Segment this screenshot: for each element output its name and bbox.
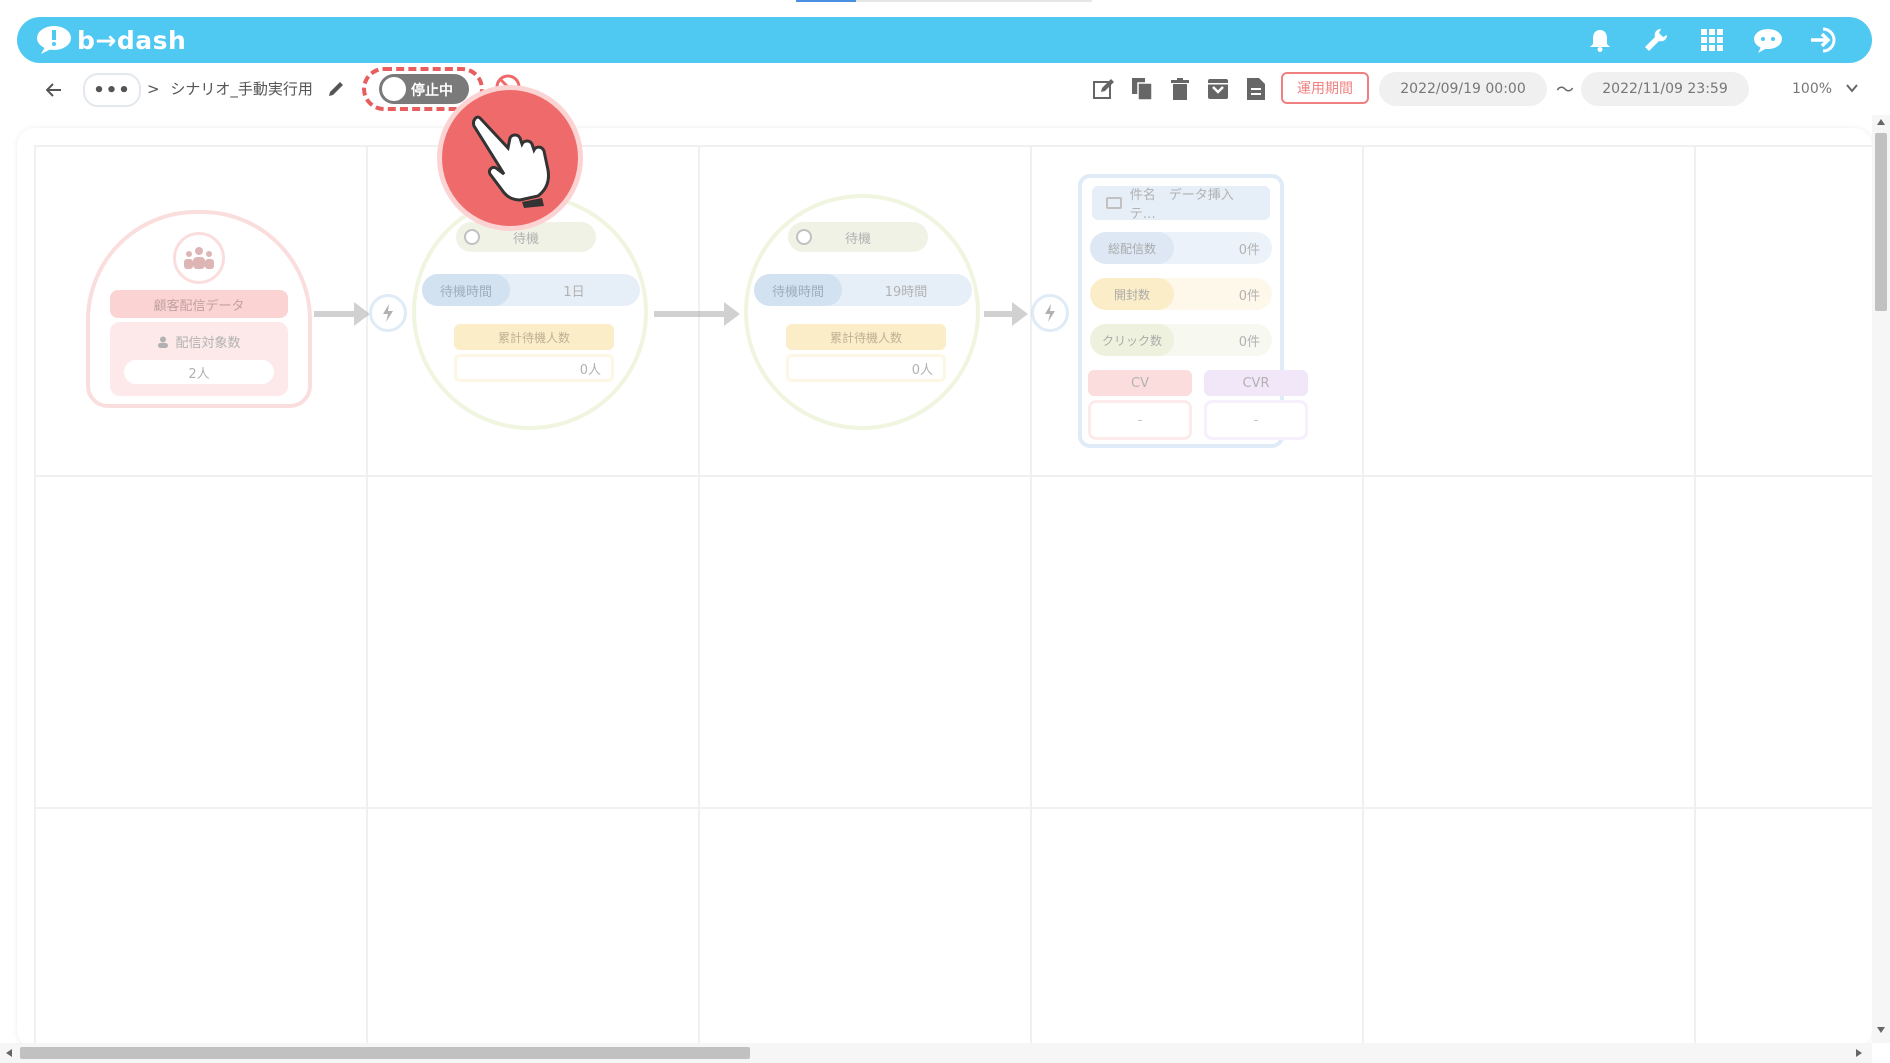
scroll-up-icon[interactable] xyxy=(1877,119,1885,125)
clock-icon xyxy=(464,229,480,245)
wait-title-text: 待機 xyxy=(844,231,871,247)
scenario-flow: 顧客配信データ 配信対象数 2人 待機 待機時間 1日 累計待機人数 0人 待機… xyxy=(0,0,1890,1063)
mail-stat-row: 開封数 0件 xyxy=(1090,278,1272,310)
horizontal-scroll-thumb[interactable] xyxy=(20,1047,750,1059)
pointing-hand-icon xyxy=(437,85,583,231)
person-icon xyxy=(158,336,169,348)
mail-subject-text: 件名 データ挿入 テ… xyxy=(1129,188,1247,222)
trigger-bolt-icon[interactable] xyxy=(369,294,407,332)
segment-count: 2人 xyxy=(124,360,274,384)
horizontal-scrollbar[interactable] xyxy=(0,1043,1872,1063)
cv-label: CV xyxy=(1088,370,1192,396)
cumulative-value: 0人 xyxy=(786,354,946,382)
wait-time-label: 待機時間 xyxy=(754,274,842,306)
segment-node[interactable]: 顧客配信データ 配信対象数 2人 xyxy=(86,210,312,408)
wait-time-value: 1日 xyxy=(563,284,585,300)
wait-time-row: 待機時間 19時間 xyxy=(754,274,972,306)
clock-icon xyxy=(796,229,812,245)
mail-subject: 件名 データ挿入 テ… xyxy=(1092,186,1270,222)
wait-node-1[interactable]: 待機 待機時間 1日 累計待機人数 0人 xyxy=(412,194,648,430)
wait-time-value: 19時間 xyxy=(884,284,928,300)
segment-label-text: 配信対象数 xyxy=(175,336,241,351)
mail-node[interactable]: 件名 データ挿入 テ… 総配信数 0件 開封数 0件 クリック数 0件 CV C… xyxy=(1078,174,1308,448)
mail-stat-label: 総配信数 xyxy=(1090,232,1174,264)
segment-stats: 配信対象数 2人 xyxy=(110,322,288,396)
mail-stat-value: 0件 xyxy=(1238,242,1260,258)
envelope-icon xyxy=(1106,197,1122,209)
mail-stat-label: 開封数 xyxy=(1090,278,1174,310)
mail-stat-row: クリック数 0件 xyxy=(1090,324,1272,356)
flow-arrow xyxy=(984,302,1028,326)
cvr-value: - xyxy=(1204,400,1308,440)
wait-time-label: 待機時間 xyxy=(422,274,510,306)
wait-node-2[interactable]: 待機 待機時間 19時間 累計待機人数 0人 xyxy=(744,194,980,430)
segment-label: 配信対象数 xyxy=(110,332,288,351)
scroll-left-icon[interactable] xyxy=(6,1049,12,1057)
wait-time-row: 待機時間 1日 xyxy=(422,274,640,306)
cv-value: - xyxy=(1088,400,1192,440)
flow-arrow xyxy=(654,302,740,326)
cumulative-label: 累計待機人数 xyxy=(454,324,614,350)
mail-stat-value: 0件 xyxy=(1238,334,1260,350)
segment-title: 顧客配信データ xyxy=(110,290,288,318)
vertical-scrollbar[interactable] xyxy=(1872,115,1890,1043)
mail-stat-label: クリック数 xyxy=(1090,324,1174,356)
cvr-label: CVR xyxy=(1204,370,1308,396)
scroll-right-icon[interactable] xyxy=(1856,1049,1862,1057)
wait-title: 待機 xyxy=(788,222,928,252)
vertical-scroll-thumb[interactable] xyxy=(1875,133,1887,311)
trigger-bolt-icon[interactable] xyxy=(1031,294,1069,332)
mail-stat-row: 総配信数 0件 xyxy=(1090,232,1272,264)
mail-stat-value: 0件 xyxy=(1238,288,1260,304)
flow-arrow xyxy=(314,302,370,326)
cumulative-label: 累計待機人数 xyxy=(786,324,946,350)
scroll-down-icon[interactable] xyxy=(1877,1027,1885,1033)
people-icon xyxy=(173,232,225,284)
cumulative-value: 0人 xyxy=(454,354,614,382)
